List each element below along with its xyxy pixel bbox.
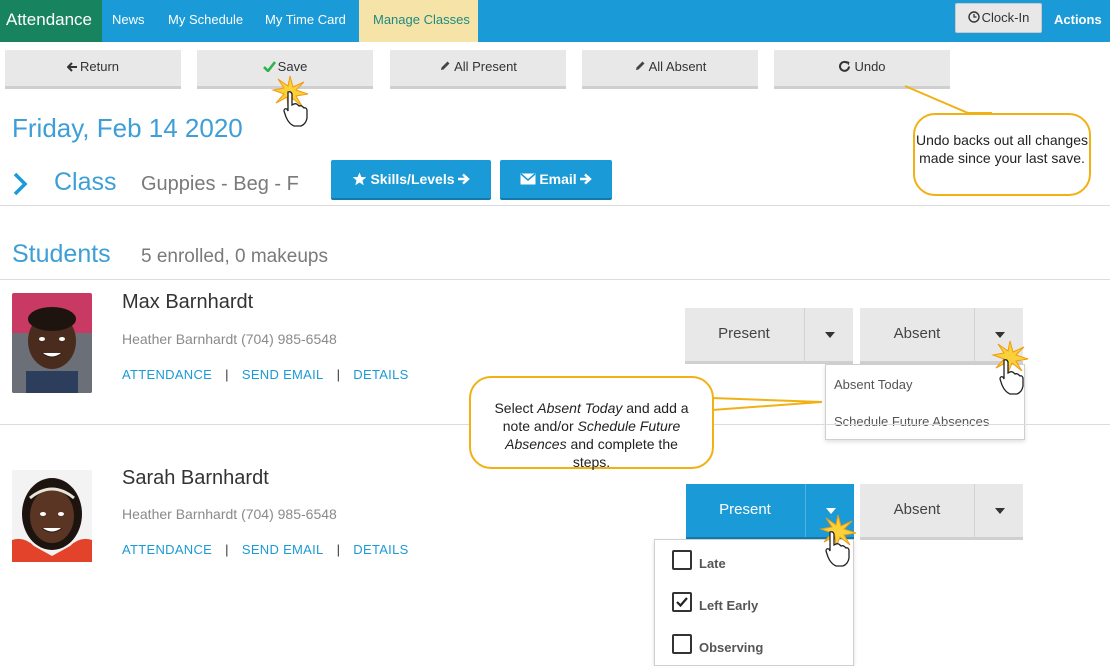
- click-indicators: [271, 75, 1029, 567]
- click-burst-icon: [991, 340, 1029, 374]
- click-burst-icon: [819, 514, 857, 548]
